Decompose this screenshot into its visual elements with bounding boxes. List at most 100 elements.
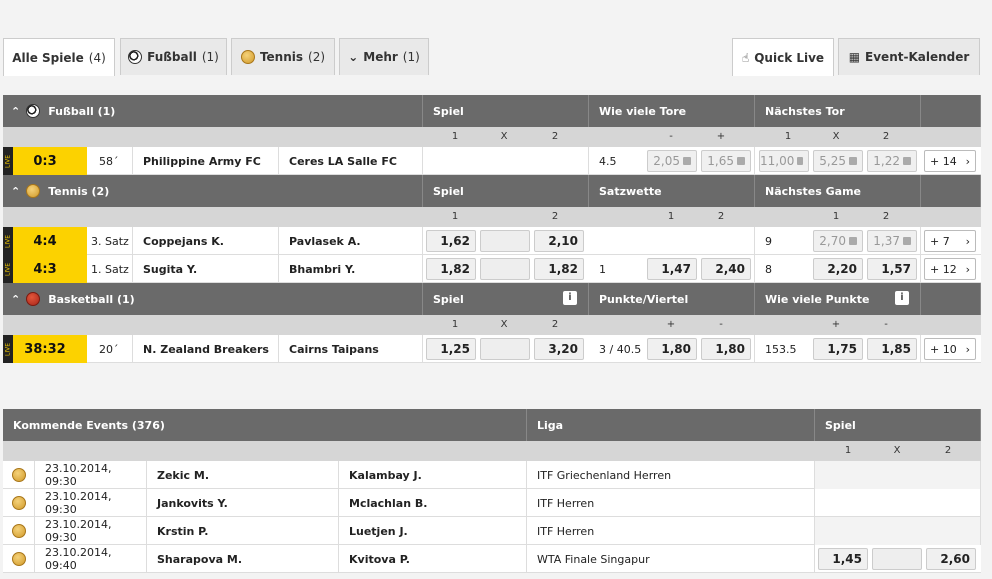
odd-button[interactable]: 1,82 bbox=[534, 258, 584, 280]
info-icon[interactable]: i bbox=[895, 291, 909, 305]
upcoming-row[interactable]: 23.10.2014, 09:30 Krstin P. Luetjen J. I… bbox=[3, 517, 981, 545]
upcoming-row[interactable]: 23.10.2014, 09:30 Jankovits Y. Mclachlan… bbox=[3, 489, 981, 517]
sub-label: - bbox=[719, 319, 723, 330]
home-team[interactable]: Sugita Y. bbox=[133, 255, 279, 283]
odd-button[interactable]: 1,85 bbox=[867, 338, 917, 360]
event-date: 23.10.2014, 09:30 bbox=[35, 461, 147, 489]
tab-event-kalender[interactable]: ▦ Event-Kalender bbox=[838, 38, 980, 75]
more-markets-button[interactable]: + 10 › bbox=[924, 338, 976, 360]
odd-button[interactable]: 1,80 bbox=[701, 338, 751, 360]
odd-button[interactable]: 2,10 bbox=[534, 230, 584, 252]
league[interactable]: ITF Griechenland Herren bbox=[527, 461, 815, 489]
live-score: 4:3 bbox=[3, 255, 87, 283]
odd-button[interactable]: 5,25 bbox=[813, 150, 863, 172]
section-title: Basketball (1) bbox=[48, 292, 135, 306]
section-header[interactable]: ⌃ Fußball (1) bbox=[3, 95, 423, 127]
tab-alle-spiele[interactable]: Alle Spiele (4) bbox=[3, 38, 115, 76]
sub-label: 2 bbox=[944, 445, 952, 456]
more-markets-button[interactable]: + 12 › bbox=[924, 258, 976, 280]
info-icon[interactable]: i bbox=[563, 291, 577, 305]
sub-label: + bbox=[831, 319, 841, 330]
odd-button[interactable]: 2,05 bbox=[647, 150, 697, 172]
col-label: Punkte/Viertel bbox=[599, 292, 689, 306]
upcoming-header: Kommende Events (376) bbox=[3, 409, 527, 441]
sub-label: X bbox=[832, 131, 840, 142]
sub-label: 2 bbox=[717, 211, 725, 222]
odd-button[interactable]: 2,40 bbox=[701, 258, 751, 280]
sub-label: - bbox=[669, 131, 673, 142]
odd-button[interactable]: 1,62 bbox=[426, 230, 476, 252]
odd-button[interactable]: 1,82 bbox=[426, 258, 476, 280]
event-row[interactable]: 0:3 LIVE 58´ Philippine Army FC Ceres LA… bbox=[3, 147, 981, 175]
sub-header: 1 X 2 bbox=[3, 441, 981, 461]
chevron-right-icon: › bbox=[965, 154, 970, 168]
section-title: Fußball (1) bbox=[48, 104, 116, 118]
away-team[interactable]: Cairns Taipans bbox=[279, 335, 423, 363]
sub-label: X bbox=[500, 131, 508, 142]
odd-button[interactable]: 2,70 bbox=[813, 230, 863, 252]
tennis-ball-icon bbox=[3, 461, 35, 489]
tab-fussball[interactable]: Fußball (1) bbox=[120, 38, 227, 75]
odd-button[interactable]: 1,75 bbox=[813, 338, 863, 360]
odd-button[interactable]: 1,22 bbox=[867, 150, 917, 172]
event-row[interactable]: 4:3 LIVE 1. Satz Sugita Y. Bhambri Y. 1,… bbox=[3, 255, 981, 283]
tennis-ball-icon bbox=[3, 517, 35, 545]
more-markets-button[interactable]: + 7 › bbox=[924, 230, 976, 252]
section-title: Tennis (2) bbox=[48, 184, 110, 198]
sub-label: - bbox=[884, 319, 888, 330]
odd-button[interactable]: 1,25 bbox=[426, 338, 476, 360]
odd-button[interactable]: 1,65 bbox=[701, 150, 751, 172]
home-player[interactable]: Jankovits Y. bbox=[147, 489, 339, 517]
home-player[interactable]: Zekic M. bbox=[147, 461, 339, 489]
away-team[interactable]: Bhambri Y. bbox=[279, 255, 423, 283]
tab-quick-live[interactable]: ☝ Quick Live bbox=[732, 38, 834, 76]
home-team[interactable]: N. Zealand Breakers bbox=[133, 335, 279, 363]
home-team[interactable]: Philippine Army FC bbox=[133, 147, 279, 175]
home-player[interactable]: Krstin P. bbox=[147, 517, 339, 545]
section-header[interactable]: ⌃ Tennis (2) bbox=[3, 175, 423, 207]
match-time: 1. Satz bbox=[87, 255, 133, 283]
odd-button[interactable]: 1,57 bbox=[867, 258, 917, 280]
odd-button[interactable]: 2,60 bbox=[926, 548, 976, 570]
away-player[interactable]: Kvitova P. bbox=[339, 545, 527, 573]
sub-label: 1 bbox=[667, 211, 675, 222]
odd-button[interactable]: 2,20 bbox=[813, 258, 863, 280]
league[interactable]: WTA Finale Singapur bbox=[527, 545, 815, 573]
odd-button[interactable]: 1,37 bbox=[867, 230, 917, 252]
tab-count: (4) bbox=[88, 50, 106, 65]
soccer-ball-icon bbox=[26, 104, 41, 118]
league[interactable]: ITF Herren bbox=[527, 489, 815, 517]
odd-button[interactable]: 3,20 bbox=[534, 338, 584, 360]
section-header[interactable]: ⌃ Basketball (1) bbox=[3, 283, 423, 315]
section-title: Kommende Events (376) bbox=[13, 418, 165, 432]
event-row[interactable]: 4:4 LIVE 3. Satz Coppejans K. Pavlasek A… bbox=[3, 227, 981, 255]
event-date: 23.10.2014, 09:30 bbox=[35, 489, 147, 517]
tab-tennis[interactable]: Tennis (2) bbox=[231, 38, 335, 75]
away-team[interactable]: Ceres LA Salle FC bbox=[279, 147, 423, 175]
away-player[interactable]: Luetjen J. bbox=[339, 517, 527, 545]
away-team[interactable]: Pavlasek A. bbox=[279, 227, 423, 255]
sub-label: X bbox=[500, 319, 508, 330]
odd-button[interactable]: 11,00 bbox=[759, 150, 809, 172]
home-team[interactable]: Coppejans K. bbox=[133, 227, 279, 255]
col-label: Nächstes Tor bbox=[765, 104, 845, 118]
upcoming-row[interactable]: 23.10.2014, 09:40 Sharapova M. Kvitova P… bbox=[3, 545, 981, 573]
upcoming-row[interactable]: 23.10.2014, 09:30 Zekic M. Kalambay J. I… bbox=[3, 461, 981, 489]
tab-mehr[interactable]: ⌄ Mehr (1) bbox=[339, 38, 429, 75]
satzwette-empty bbox=[589, 227, 755, 255]
home-player[interactable]: Sharapova M. bbox=[147, 545, 339, 573]
away-player[interactable]: Mclachlan B. bbox=[339, 489, 527, 517]
lock-icon bbox=[849, 237, 857, 245]
odd-button[interactable]: 1,80 bbox=[647, 338, 697, 360]
col-label: Spiel bbox=[433, 184, 464, 198]
away-player[interactable]: Kalambay J. bbox=[339, 461, 527, 489]
tab-label: Event-Kalender bbox=[865, 50, 970, 64]
more-markets-button[interactable]: + 14 › bbox=[924, 150, 976, 172]
chevron-right-icon: › bbox=[965, 234, 970, 248]
sub-label: 1 bbox=[844, 445, 852, 456]
odd-button[interactable]: 1,45 bbox=[818, 548, 868, 570]
event-row[interactable]: 38:32 LIVE 20´ N. Zealand Breakers Cairn… bbox=[3, 335, 981, 363]
col-label: Spiel bbox=[433, 292, 464, 306]
odd-button[interactable]: 1,47 bbox=[647, 258, 697, 280]
league[interactable]: ITF Herren bbox=[527, 517, 815, 545]
